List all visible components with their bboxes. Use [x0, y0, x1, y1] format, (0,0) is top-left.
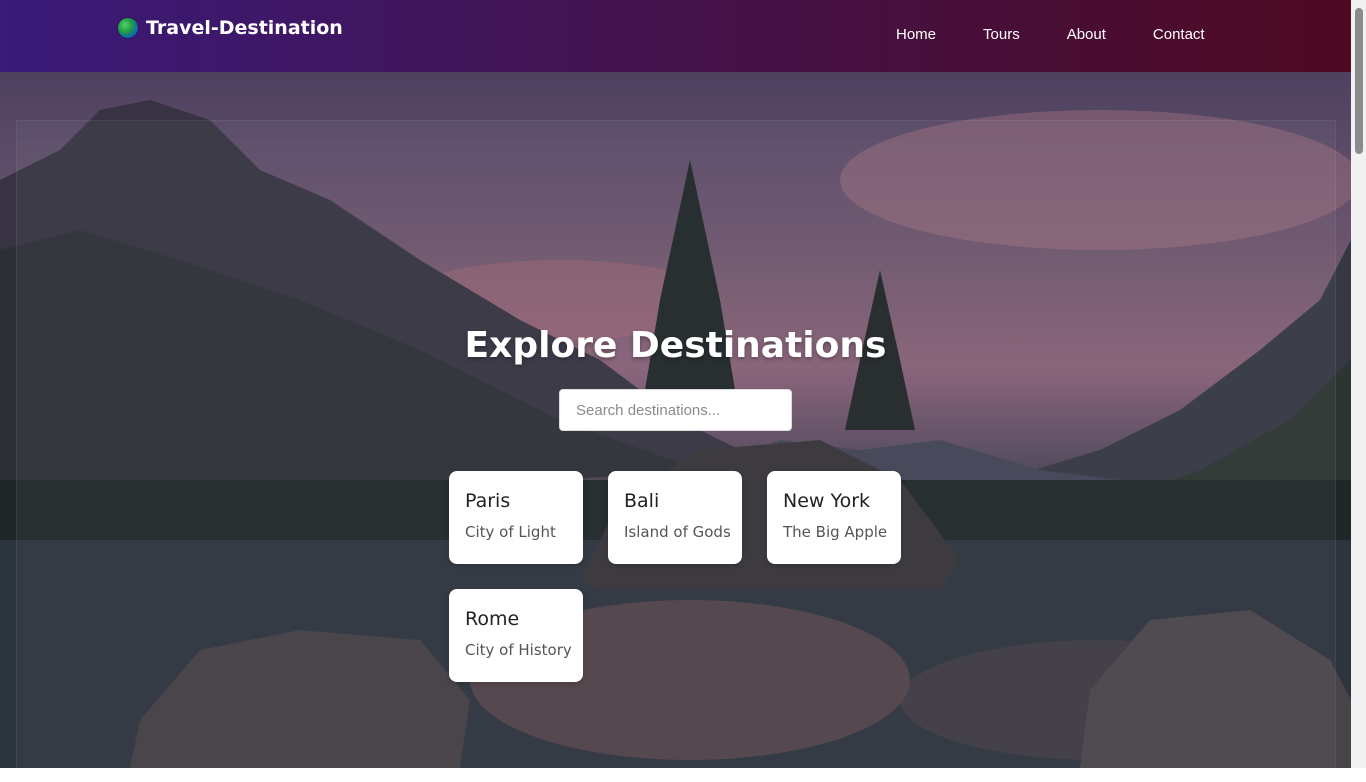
nav-contact[interactable]: Contact [1153, 26, 1205, 43]
site-header: Travel-Destination Home Tours About Cont… [0, 0, 1351, 72]
main-nav: Home Tours About Contact [896, 26, 1205, 43]
nav-home[interactable]: Home [896, 26, 936, 43]
destination-tagline: The Big Apple [783, 523, 888, 541]
destination-tagline: City of Light [465, 523, 556, 541]
nav-tours[interactable]: Tours [983, 26, 1020, 43]
nav-about[interactable]: About [1067, 26, 1106, 43]
destination-card-rome[interactable]: Rome City of History [449, 589, 583, 682]
destination-tagline: Island of Gods [624, 523, 731, 541]
brand-logo[interactable]: Travel-Destination [118, 16, 343, 40]
hero-panel [16, 120, 1336, 782]
destination-card-bali[interactable]: Bali Island of Gods [608, 471, 742, 564]
search-input[interactable] [559, 389, 792, 431]
destination-name: Rome [465, 608, 520, 630]
destination-name: New York [783, 490, 871, 512]
destination-tagline: City of History [465, 641, 572, 659]
destination-name: Paris [465, 490, 511, 512]
scrollbar-thumb[interactable] [1355, 8, 1363, 154]
globe-icon [118, 18, 138, 38]
destination-card-paris[interactable]: Paris City of Light [449, 471, 583, 564]
destination-card-new-york[interactable]: New York The Big Apple [767, 471, 901, 564]
page-scrollbar[interactable] [1351, 0, 1366, 768]
destination-name: Bali [624, 490, 660, 512]
brand-name: Travel-Destination [146, 17, 343, 39]
page-title: Explore Destinations [464, 325, 887, 366]
